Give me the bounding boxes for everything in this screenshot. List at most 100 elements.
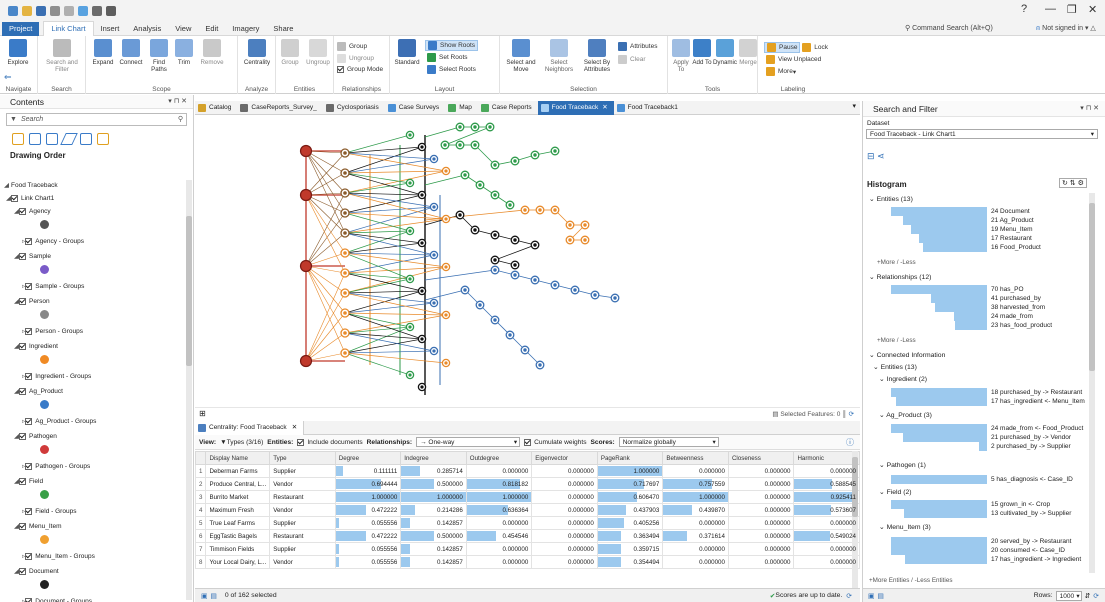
tree-layer-sample[interactable]: ◢ Sample [14, 252, 51, 260]
visibility-checkbox[interactable] [19, 432, 26, 440]
table-row[interactable]: 5 True Leaf Farms Supplier 0.055556 0.142857… [195, 516, 860, 530]
save-icon[interactable] [36, 6, 46, 16]
root-node[interactable] [299, 354, 313, 368]
relationship-link[interactable] [344, 350, 435, 354]
explore-button[interactable]: Explore [3, 39, 33, 66]
relationship-link[interactable] [305, 194, 346, 234]
rows-select[interactable]: 1000 ▾ [1055, 590, 1082, 601]
tree-group-sample[interactable]: ▹ Sample - Groups [22, 282, 84, 290]
root-node[interactable] [299, 188, 313, 202]
refresh-icon[interactable]: ⟳ [1093, 592, 1099, 600]
histogram-scrollbar[interactable] [1089, 193, 1095, 573]
back-forward-buttons[interactable]: ⇐ [4, 72, 12, 83]
root-node[interactable] [299, 144, 313, 158]
tree-group-menu_item[interactable]: ▹ Menu_Item - Groups [22, 552, 95, 560]
pause-labeling-button[interactable]: Pause Lock [764, 42, 828, 53]
pane-controls[interactable]: ▾ ⊓ ✕ [1080, 101, 1099, 117]
select-roots-button[interactable]: Select Roots [427, 65, 476, 74]
histogram-bar[interactable] [896, 397, 987, 406]
visibility-checkbox[interactable] [19, 342, 26, 350]
trim-button[interactable]: Trim [173, 39, 195, 66]
pane-controls[interactable]: ▾ ⊓ ✕ [168, 95, 187, 109]
open-project-icon[interactable] [22, 6, 32, 16]
column-header-betweenness[interactable]: Betweenness [662, 451, 729, 465]
column-header-pagerank[interactable]: PageRank [596, 451, 664, 465]
tab-share[interactable]: Share [266, 22, 300, 36]
relationship-link[interactable] [305, 272, 346, 362]
relationship-link[interactable] [344, 206, 435, 234]
visibility-checkbox[interactable] [25, 282, 33, 290]
relationship-link[interactable] [344, 312, 447, 316]
pathogen-section-toggle[interactable]: ⌄ Pathogen (1) [879, 461, 926, 469]
histogram-row[interactable]: 17 has_ingredient -> Ingredient [863, 554, 1081, 565]
list-view-icon[interactable]: ⊟ [867, 151, 875, 161]
ag-product-section-toggle[interactable]: ⌄ Ag_Product (3) [879, 411, 932, 419]
column-header-display-name[interactable]: Display Name [205, 451, 271, 465]
relationship-link[interactable] [344, 218, 447, 234]
tree-layer-symbol[interactable] [40, 490, 49, 499]
relationship-link[interactable] [305, 152, 346, 196]
table-row[interactable]: 2 Produce Central, L... Vendor 0.694444 0.50… [195, 477, 860, 491]
table-view-icon[interactable]: ▤ [210, 592, 216, 600]
histogram-bar[interactable] [903, 509, 987, 518]
close-tab-icon[interactable]: ✕ [602, 101, 607, 115]
histogram-row[interactable]: 16 Food_Product [863, 242, 1041, 253]
more-less-link[interactable]: +More / -Less [877, 337, 916, 344]
table-row[interactable]: 4 Maximum Fresh Vendor 0.472222 0.214286 0.63… [195, 503, 860, 517]
expand-arrow-icon[interactable]: ◢ [4, 181, 9, 189]
visibility-checkbox[interactable] [25, 327, 33, 335]
histogram-row[interactable]: 23 has_food_product [863, 320, 1052, 331]
histogram-row[interactable]: 2 purchased_by -> Supplier [863, 441, 1071, 452]
tab-analysis[interactable]: Analysis [126, 22, 168, 36]
visibility-checkbox[interactable] [19, 297, 26, 305]
tree-layer-document[interactable]: ◢ Document [14, 567, 59, 575]
tab-map[interactable]: Map [445, 101, 478, 115]
selected-features[interactable]: ▤ Selected Features: 0 ║ ⟳ [772, 410, 854, 418]
relationship-link[interactable] [344, 266, 447, 294]
zoom-icon[interactable] [106, 6, 116, 16]
clear-selection-button[interactable]: Clear [618, 55, 646, 64]
tree-layer-symbol[interactable] [40, 535, 49, 544]
column-header-degree[interactable]: Degree [334, 451, 402, 465]
entity-ungroup-button[interactable]: Ungroup [303, 39, 333, 66]
visibility-checkbox[interactable] [11, 194, 18, 202]
tab-casereports-survey[interactable]: CaseReports_Survey_ [237, 101, 322, 115]
reset-icon[interactable]: ↻ [1062, 180, 1068, 187]
visibility-checkbox[interactable] [25, 417, 33, 425]
link-chart-icon[interactable] [78, 6, 88, 16]
relationship-link[interactable] [305, 265, 346, 354]
list-by-data-source-icon[interactable] [29, 133, 41, 145]
tab-link-chart[interactable]: Link Chart [43, 21, 94, 36]
relationship-link[interactable] [424, 289, 466, 301]
close-button[interactable]: ✕ [1088, 3, 1097, 16]
tab-imagery[interactable]: Imagery [225, 22, 266, 36]
tab-catalog[interactable]: Catalog [195, 101, 237, 115]
help-icon[interactable]: ⓘ [846, 437, 854, 448]
column-header-eigenvector[interactable]: Eigenvector [531, 451, 598, 465]
tab-cyclosporiasis[interactable]: Cyclosporiasis [323, 101, 385, 115]
table-row[interactable]: 3 Burrito Market Restaurant 1.000000 1.00000… [195, 490, 860, 504]
tree-layer-person[interactable]: ◢ Person [14, 297, 50, 305]
table-row[interactable]: 1 Deberman Farms Supplier 0.111111 0.285714 0… [195, 464, 860, 478]
tab-project[interactable]: Project [2, 21, 40, 36]
tree-layer-symbol[interactable] [40, 310, 49, 319]
group-mode-checkbox[interactable]: Group Mode [337, 66, 383, 73]
dataset-select[interactable]: Food Traceback - Link Chart1 ▾ [866, 129, 1098, 139]
relationship-link[interactable] [494, 244, 536, 261]
relationship-link[interactable] [305, 150, 346, 174]
extent-icon[interactable]: ⊞ [199, 409, 206, 418]
refresh-icon[interactable]: ⟳ [849, 411, 854, 418]
select-by-attributes-button[interactable]: Select By Attributes [580, 39, 614, 73]
refresh-icon[interactable]: ⟳ [846, 592, 852, 600]
list-by-editing-icon[interactable] [60, 133, 78, 145]
contents-search-input[interactable]: ▼ Search ⚲ [6, 113, 187, 126]
visibility-checkbox[interactable] [19, 567, 26, 575]
grid-view-icon[interactable]: ▣ [868, 592, 874, 600]
dynamic-button[interactable]: Dynamic [712, 39, 738, 66]
histogram-row[interactable]: 17 has_ingredient <- Menu_Item [863, 396, 1085, 407]
list-by-drawing-order-icon[interactable] [12, 133, 24, 145]
tab-food-traceback1[interactable]: Food Traceback1 [614, 101, 684, 115]
relationship-link[interactable] [424, 174, 466, 186]
histogram-row[interactable]: 13 cultivated_by -> Supplier [863, 508, 1071, 519]
relationship-link[interactable] [344, 242, 423, 254]
